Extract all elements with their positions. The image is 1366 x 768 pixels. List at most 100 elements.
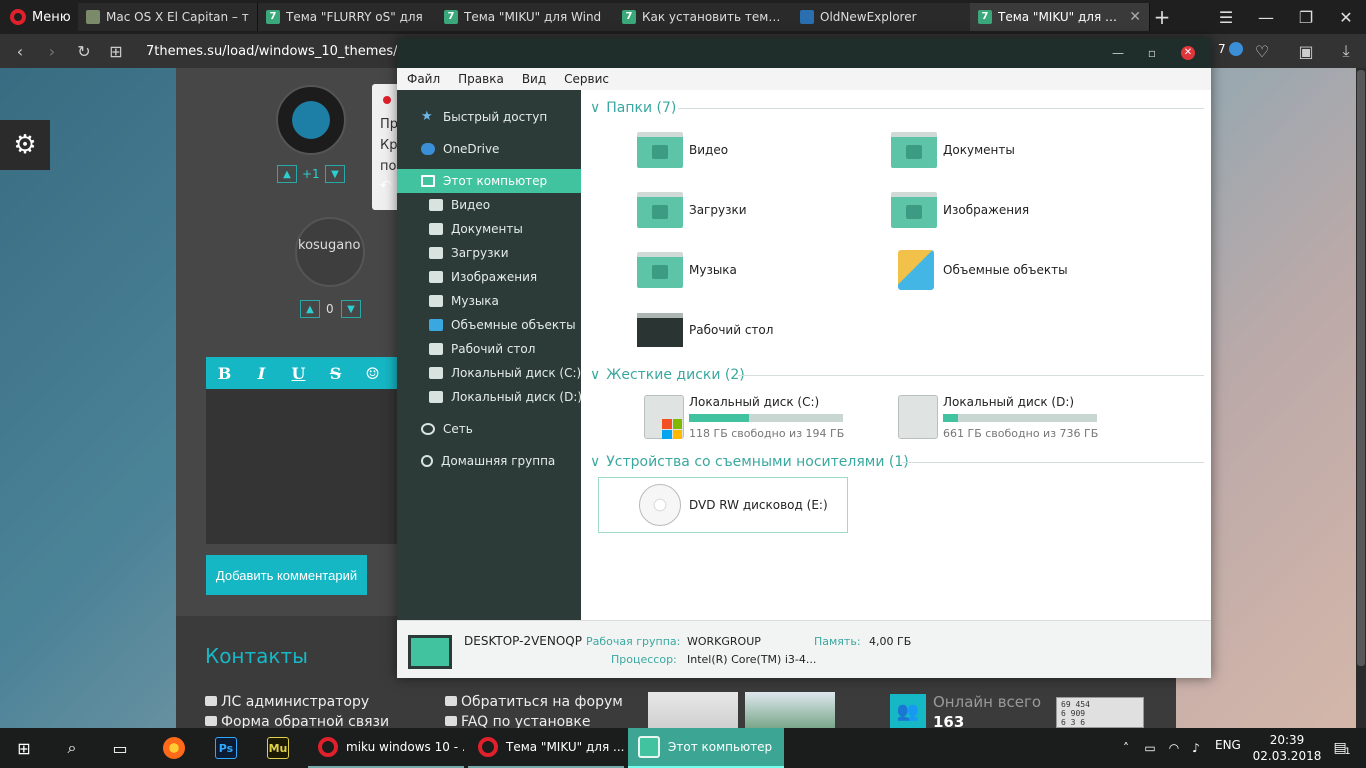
add-comment-button[interactable]: Добавить комментарий [206,555,367,595]
group-header-folders[interactable]: ∨ Папки (7) [590,99,676,117]
nav-quick-access[interactable]: ★ Быстрый доступ [397,105,581,129]
taskbar-app-explorer[interactable]: Этот компьютер [628,728,784,768]
back-icon[interactable]: ‹ [4,34,36,68]
comment-text: Пр Кр по [380,117,399,174]
chevron-up-icon[interactable]: ˄ [1118,740,1134,756]
thumb-up-icon[interactable]: ▲ [277,165,297,183]
search-icon[interactable]: ⌕ [48,728,96,768]
nav-homegroup[interactable]: Домашняя группа [397,449,581,473]
speed-dial-icon[interactable]: ⊞ [100,34,132,68]
footer-thumbnail[interactable] [745,692,835,728]
italic-button[interactable]: I [243,357,280,389]
new-tab-button[interactable]: + [1142,0,1182,34]
menu-edit[interactable]: Правка [458,72,504,86]
explorer-titlebar[interactable] [397,38,1211,68]
task-view-icon[interactable]: ▭ [96,728,144,768]
thumb-down-icon[interactable]: ▼ [325,165,345,183]
favicon-icon: 7 [444,10,458,24]
folder-item-desktop[interactable]: Рабочий стол [637,313,773,347]
nav-drive-d[interactable]: Локальный диск (D:) [397,385,582,409]
network-icon[interactable]: ◠ [1166,740,1182,756]
folder-item-videos[interactable]: Видео [637,132,728,168]
browser-tab[interactable]: 7 Тема "FLURRY oS" для [258,3,438,31]
nav-desktop[interactable]: Рабочий стол [397,337,581,361]
gear-icon[interactable]: ⚙ [0,120,50,170]
group-header-drives[interactable]: ∨ Жесткие диски (2) [590,366,745,384]
menu-view[interactable]: Вид [522,72,546,86]
opera-menu-button[interactable]: Меню [0,0,76,34]
nav-pictures[interactable]: Изображения [397,265,581,289]
nav-3d-objects[interactable]: Объемные объекты [397,313,581,337]
workgroup-label: Рабочая группа: [586,635,681,648]
clock[interactable]: 20:39 02.03.2018 [1252,732,1322,764]
footer-link-pm[interactable]: ЛС администратору [205,694,369,710]
drive-item-d[interactable] [898,395,938,439]
thumb-up-icon[interactable]: ▲ [300,300,320,318]
scrollbar-thumb[interactable] [1357,70,1365,666]
folder-item-music[interactable]: Музыка [637,252,737,288]
folder-item-documents[interactable]: Документы [891,132,1015,168]
taskbar-app-opera-2[interactable]: Тема "MIKU" для ... [468,728,624,768]
nav-this-pc[interactable]: Этот компьютер [397,169,581,193]
avatar[interactable] [276,85,346,155]
group-divider [738,375,1204,376]
close-button[interactable]: ✕ [1170,38,1206,68]
menu-file[interactable]: Файл [407,72,440,86]
workgroup-value: WORKGROUP [687,635,761,648]
heart-icon[interactable]: ♡ [1246,34,1278,68]
nav-network[interactable]: Сеть [397,417,581,441]
volume-icon[interactable]: ♪ [1188,740,1204,756]
close-window-icon[interactable]: ✕ [1326,0,1366,34]
browser-tab[interactable]: OldNewExplorer [792,3,972,31]
extension-icon[interactable]: ▣ [1290,34,1322,68]
url-field[interactable]: 7themes.su/load/windows_10_themes/f [140,40,402,62]
smiley-button[interactable]: ☺ [354,357,391,389]
folder-item-3d-objects[interactable]: Объемные объекты [898,250,1068,290]
folder-item-downloads[interactable]: Загрузки [637,192,747,228]
browser-tab[interactable]: Mac OS X El Capitan – т [78,3,258,31]
tab-menu-icon[interactable]: ☰ [1206,0,1246,34]
nav-downloads[interactable]: Загрузки [397,241,581,265]
thumb-down-icon[interactable]: ▼ [341,300,361,318]
folder-item-pictures[interactable]: Изображения [891,192,1029,228]
reload-icon[interactable]: ↻ [68,34,100,68]
strike-button[interactable]: S [317,357,354,389]
comment-textarea[interactable] [206,389,398,544]
firefox-icon[interactable] [150,728,198,768]
reply-icon[interactable]: ↶ [380,178,392,194]
footer-link-forum[interactable]: Обратиться на форум [445,694,623,710]
underline-button[interactable]: U [280,357,317,389]
minimize-icon[interactable]: — [1100,38,1136,68]
download-icon[interactable]: ⤓ [1330,34,1362,68]
taskbar-app-opera-1[interactable]: miku windows 10 - ... [308,728,464,768]
footer-thumbnail[interactable] [648,692,738,728]
restore-icon[interactable]: ❐ [1286,0,1326,34]
start-button[interactable]: ⊞ [0,728,48,768]
muse-icon[interactable]: Mu [254,728,302,768]
photoshop-icon[interactable]: Ps [202,728,250,768]
language-indicator[interactable]: ENG [1215,738,1241,752]
maximize-icon[interactable]: ▫ [1134,38,1170,68]
extension-button[interactable]: 7 [1218,42,1243,56]
nav-videos[interactable]: Видео [397,193,581,217]
group-header-removable[interactable]: ∨ Устройства со съемными носителями (1) [590,453,909,471]
folder-3d-objects-icon [898,250,934,290]
nav-documents[interactable]: Документы [397,217,581,241]
bold-button[interactable]: B [206,357,243,389]
drive-item-c[interactable] [644,395,684,439]
menu-tools[interactable]: Сервис [564,72,609,86]
forward-icon[interactable]: › [36,34,68,68]
notifications-icon[interactable]: ▤ 1 [1330,740,1354,757]
nav-onedrive[interactable]: OneDrive [397,137,581,161]
nav-drive-c[interactable]: Локальный диск (C:) [397,361,581,385]
browser-tab[interactable]: 7 Тема "MIKU" для Wind [436,3,616,31]
browser-tab-active[interactable]: 7 Тема "MIKU" для Wind ✕ [970,3,1150,31]
visit-counter[interactable]: 69 454 6 909 6 3 6 [1056,697,1144,728]
power-icon[interactable]: ▭ [1142,740,1158,756]
chevron-down-icon: ∨ [590,454,601,470]
close-tab-icon[interactable]: ✕ [1129,9,1141,25]
minimize-icon[interactable]: — [1246,0,1286,34]
favicon-icon [86,10,100,24]
nav-music[interactable]: Музыка [397,289,581,313]
browser-tab[interactable]: 7 Как установить темы д [614,3,794,31]
